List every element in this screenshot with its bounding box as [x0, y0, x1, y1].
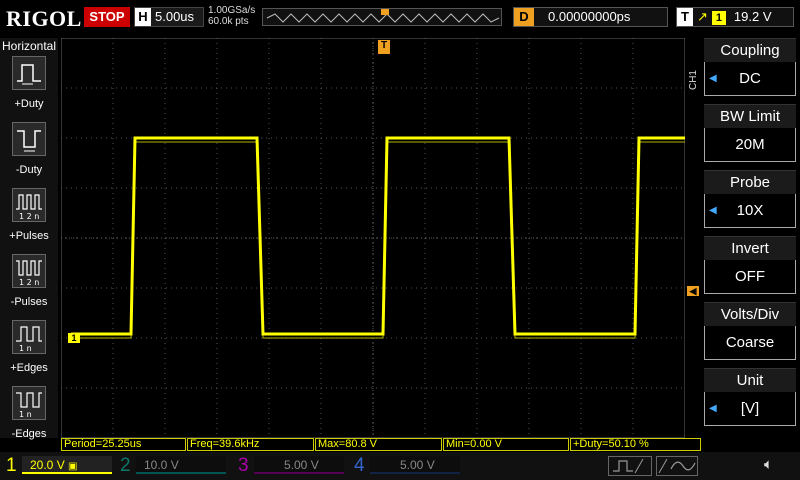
- rising-edge-icon: ↗: [697, 9, 708, 24]
- ch3-number[interactable]: 3: [238, 455, 249, 477]
- delay-box[interactable]: D 0.00000000ps: [513, 7, 668, 27]
- unit-arrow-icon: ◀: [709, 403, 717, 414]
- unit-button[interactable]: ◀ [V]: [704, 392, 796, 426]
- ch1-coupling-icon: ▣: [68, 461, 78, 472]
- panel-title: Horizontal: [1, 39, 57, 53]
- volts-div-value: Coarse: [725, 334, 775, 351]
- pos-edges-icon: 1 n: [16, 326, 42, 353]
- probe-value: 10X: [736, 202, 764, 219]
- ch3-scale[interactable]: 5.00 V: [254, 456, 344, 474]
- delay-label: D: [514, 8, 534, 26]
- pos-duty-icon: [17, 64, 41, 85]
- horizontal-timebase[interactable]: H 5.00us: [134, 7, 204, 27]
- neg-duty-label: -Duty: [15, 164, 43, 176]
- sample-info: 1.00GSa/s 60.0k pts: [208, 5, 255, 27]
- unit-title: Unit: [704, 368, 796, 393]
- brand-logo: RIGOL: [6, 6, 82, 31]
- volts-div-title: Volts/Div: [704, 302, 796, 327]
- trigger-position-marker[interactable]: T: [378, 40, 390, 54]
- horizontal-label: H: [135, 8, 151, 26]
- ch1-scale-value: 20.0 V: [30, 458, 65, 472]
- coupling-arrow-icon: ◀: [709, 73, 717, 84]
- neg-duty-icon: [17, 130, 41, 152]
- memory-depth: 60.0k pts: [208, 16, 249, 27]
- coupling-title: Coupling: [704, 38, 796, 63]
- coupling-value: DC: [739, 70, 761, 87]
- coupling-button[interactable]: ◀ DC: [704, 62, 796, 96]
- graticule: [60, 37, 686, 439]
- ch4-scale[interactable]: 5.00 V: [370, 456, 460, 474]
- ch1-scale[interactable]: 20.0 V ▣: [22, 456, 112, 474]
- ch1-offset-marker[interactable]: 1: [68, 333, 80, 343]
- neg-edges-label: -Edges: [11, 428, 47, 440]
- timebase-value: 5.00us: [155, 9, 195, 24]
- sample-rate: 1.00GSa/s: [208, 5, 256, 16]
- trigger-box[interactable]: T ↗ 1 19.2 V: [676, 7, 794, 27]
- neg-pulses-button[interactable]: 1 2 n: [12, 254, 46, 288]
- ch2-scale[interactable]: 10.0 V: [136, 456, 226, 474]
- bw-limit-value: 20M: [735, 136, 765, 153]
- invert-title: Invert: [704, 236, 796, 261]
- measure-duty[interactable]: +Duty=50.10 %: [570, 438, 701, 451]
- delay-value: 0.00000000ps: [548, 9, 631, 24]
- pos-edges-button[interactable]: 1 n: [12, 320, 46, 354]
- horizontal-measure-panel: Horizontal +Duty -Duty 1 2 n +Pulses 1 2…: [0, 38, 58, 440]
- unit-value: [V]: [740, 400, 760, 417]
- ref-icon: [658, 458, 696, 474]
- invert-value: OFF: [735, 268, 765, 285]
- menu-channel-label: CH1: [688, 70, 699, 91]
- memory-overview[interactable]: [262, 8, 502, 26]
- pos-pulses-label: +Pulses: [9, 230, 49, 242]
- invert-button[interactable]: OFF: [704, 260, 796, 294]
- volts-div-button[interactable]: Coarse: [704, 326, 796, 360]
- trigger-channel: 1: [711, 11, 726, 25]
- measure-max[interactable]: Max=80.8 V: [315, 438, 442, 451]
- trigger-label: T: [677, 8, 693, 26]
- neg-pulses-icon: 1 2 n: [16, 260, 42, 287]
- math-icon: [613, 458, 644, 474]
- pos-duty-label: +Duty: [14, 98, 44, 110]
- pos-duty-button[interactable]: [12, 56, 46, 90]
- ch1-number[interactable]: 1: [6, 455, 17, 477]
- neg-pulses-label: -Pulses: [10, 296, 48, 308]
- svg-text:1 n: 1 n: [19, 410, 32, 419]
- svg-text:1 n: 1 n: [19, 344, 32, 353]
- trigger-level-marker[interactable]: ◀: [687, 286, 699, 296]
- neg-duty-button[interactable]: [12, 122, 46, 156]
- neg-edges-button[interactable]: 1 n: [12, 386, 46, 420]
- trigger-position-icon: [381, 9, 389, 15]
- ch4-number[interactable]: 4: [354, 455, 365, 477]
- sound-muted-icon[interactable]: 🔈︎: [764, 455, 786, 475]
- memory-overview-waveform: [266, 9, 500, 23]
- ref-button[interactable]: [656, 456, 698, 476]
- probe-button[interactable]: ◀ 10X: [704, 194, 796, 228]
- math-button[interactable]: [608, 456, 652, 476]
- measure-min[interactable]: Min=0.00 V: [443, 438, 569, 451]
- pos-edges-label: +Edges: [10, 362, 48, 374]
- pos-pulses-icon: 1 2 n: [16, 194, 42, 221]
- svg-text:1 2 n: 1 2 n: [19, 212, 39, 221]
- bw-limit-title: BW Limit: [704, 104, 796, 129]
- waveform-area[interactable]: [60, 37, 686, 439]
- neg-edges-icon: 1 n: [16, 392, 42, 419]
- probe-title: Probe: [704, 170, 796, 195]
- measure-freq[interactable]: Freq=39.6kHz: [187, 438, 314, 451]
- bw-limit-button[interactable]: 20M: [704, 128, 796, 162]
- measure-period[interactable]: Period=25.25us: [61, 438, 186, 451]
- run-stop-button[interactable]: STOP: [84, 7, 130, 27]
- trigger-level: 19.2 V: [733, 9, 772, 24]
- probe-arrow-icon: ◀: [709, 205, 717, 216]
- svg-text:1 2 n: 1 2 n: [19, 278, 39, 287]
- pos-pulses-button[interactable]: 1 2 n: [12, 188, 46, 222]
- ch2-number[interactable]: 2: [120, 455, 131, 477]
